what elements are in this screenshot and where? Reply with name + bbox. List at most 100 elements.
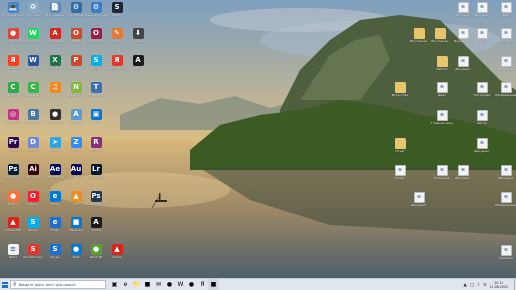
download-shortcut[interactable]: ⬇ Скачать: [128, 28, 148, 47]
word-taskbar-icon[interactable]: W: [175, 279, 186, 290]
clock[interactable]: 20:11 11.06.2020: [490, 281, 508, 289]
store-taskbar-icon[interactable]: ■: [142, 279, 153, 290]
paint-shortcut[interactable]: ✎ Paint: [107, 28, 127, 47]
steam-shortcut[interactable]: S Steam: [107, 2, 127, 21]
doc-file-8-shortcut[interactable]: ≡ Изображение: [495, 56, 516, 75]
doc-file-4-shortcut[interactable]: ≡ Документы: [453, 28, 473, 47]
chrome-shortcut[interactable]: ● Google Chrome: [2, 28, 24, 47]
opera-gx-shortcut[interactable]: O Opera GX: [86, 28, 106, 47]
search-input[interactable]: ⚲ Введите здесь текст для поиска: [10, 280, 106, 289]
folder-4-shortcut[interactable]: Искусство: [390, 82, 410, 101]
adobe2-shortcut[interactable]: A Adobe: [86, 217, 106, 236]
this-pc-shortcut[interactable]: 💻Этот компьютер: [2, 2, 24, 21]
file-shortcut[interactable]: ≡ Файл: [3, 244, 23, 263]
winrar-shortcut[interactable]: R WinRAR: [86, 137, 106, 156]
obs-shortcut[interactable]: ● OBS Studio: [45, 109, 65, 128]
control-panel-shortcut[interactable]: ⚙Панель управл.: [85, 2, 107, 21]
folder-2-shortcut[interactable]: Восстанов.: [430, 28, 450, 47]
photoshop-shortcut[interactable]: Ps Photoshop: [3, 164, 23, 183]
doc-file-11-shortcut[interactable]: ≡ Изображение: [495, 82, 516, 101]
word-shortcut[interactable]: W Word 2016: [23, 55, 43, 74]
adobe-reader-shortcut[interactable]: A Adobe Reader: [44, 28, 66, 47]
notepad-shortcut[interactable]: N Notepad++: [66, 82, 86, 101]
doc-file-1-shortcut[interactable]: ≡ Документ: [453, 2, 473, 21]
camtasia-shortcut[interactable]: C Камтасия: [3, 82, 23, 101]
yandex-taskbar-icon[interactable]: Я: [197, 279, 208, 290]
smart-shortcut[interactable]: S SmartScreen: [23, 244, 43, 263]
photos-shortcut[interactable]: ▣ Фото: [86, 109, 106, 128]
camtasia9-shortcut[interactable]: C Camtasia 9: [23, 82, 43, 101]
audition-shortcut[interactable]: Au Audition: [66, 164, 86, 183]
yandex-browser-shortcut[interactable]: ЯЯндекс Браузер: [106, 55, 128, 74]
excel-shortcut[interactable]: X Excel 2016: [45, 55, 65, 74]
yandex-shortcut[interactable]: Я Яндекс: [3, 55, 23, 74]
doc-file-17-shortcut[interactable]: ≡ Документ: [453, 165, 473, 184]
network-icon[interactable]: □: [470, 283, 474, 288]
edge-taskbar-icon[interactable]: e: [120, 279, 131, 290]
total-shortcut[interactable]: ● Total: [66, 244, 86, 263]
powerpoint-shortcut[interactable]: P PowerPoint: [66, 55, 86, 74]
doc-file-6-shortcut[interactable]: ≡ Диаграмма: [496, 28, 516, 47]
premiere-shortcut[interactable]: Pr Premiere: [3, 137, 23, 156]
doc-file-10-shortcut[interactable]: ≡ Настройки: [472, 82, 492, 101]
aimp-shortcut[interactable]: ♫ AIMP: [45, 82, 65, 101]
volume-icon[interactable]: ♪: [477, 283, 480, 288]
doc-file-5-shortcut[interactable]: ≡ Папка: [472, 28, 492, 47]
shortcut-label: Скачать: [131, 40, 145, 43]
doc-file-15-shortcut[interactable]: ≡ Отчёт: [390, 165, 410, 184]
explorer-taskbar-icon[interactable]: 📁: [131, 279, 142, 290]
screen-recorder-taskbar-icon[interactable]: ■: [208, 278, 219, 290]
doc-file-20-shortcut[interactable]: ≡ Изображение: [495, 192, 516, 211]
adobe-shortcut[interactable]: A Adobe: [128, 55, 148, 74]
telegram-shortcut[interactable]: ➤ Telegram: [45, 137, 65, 156]
adobe-pdf-shortcut[interactable]: ▲ Adobe PDF: [3, 217, 23, 236]
adobe3-shortcut[interactable]: ▲ Adobe: [107, 244, 127, 263]
task-view-icon[interactable]: ▣: [109, 279, 120, 290]
whatsapp-shortcut[interactable]: W WhatsApp: [23, 28, 43, 47]
zoom-shortcut[interactable]: Z Zoom: [66, 137, 86, 156]
documents-shortcut[interactable]: 📄 Документы: [45, 2, 65, 21]
vk-shortcut[interactable]: B ВКонтакте: [23, 109, 43, 128]
chrome-taskbar-icon[interactable]: ●: [164, 279, 175, 290]
recycle-bin-shortcut[interactable]: ♻ Корзина: [23, 2, 43, 21]
folder-5-shortcut[interactable]: Отчёт: [390, 138, 410, 157]
start-button[interactable]: [0, 279, 10, 290]
lightroom-shortcut[interactable]: Lr Lightroom: [86, 164, 106, 183]
whatsapp-taskbar-icon[interactable]: ●: [186, 279, 197, 290]
mail-taskbar-icon[interactable]: ✉: [153, 279, 164, 290]
edge-shortcut[interactable]: e Edge: [45, 191, 65, 210]
photoshop-cc-shortcut[interactable]: Ps Photoshop CC: [86, 191, 106, 210]
doc-file-9-shortcut[interactable]: ≡ Файл: [432, 82, 452, 101]
doc-file-13-shortcut[interactable]: ≡ Автор: [472, 110, 492, 129]
instagram-shortcut[interactable]: ◎ Instagram: [3, 109, 23, 128]
hp-shortcut[interactable]: ⚙ Hp Mobile: [66, 2, 86, 21]
show-hidden-icons-icon[interactable]: ▲: [463, 283, 466, 288]
discord-shortcut[interactable]: D Discord: [23, 137, 43, 156]
after-effects-shortcut[interactable]: Ae After Effects: [45, 164, 65, 183]
notifications-icon[interactable]: ≡: [483, 283, 487, 288]
folder-3-shortcut[interactable]: Работа: [432, 56, 452, 75]
fonts-shortcut[interactable]: A Шрифты: [66, 109, 86, 128]
office-shortcut[interactable]: O Office: [66, 28, 86, 47]
doc-file-14-shortcut[interactable]: ≡ Документ: [472, 138, 492, 157]
edge2-shortcut[interactable]: e Edge: [45, 217, 65, 236]
folder-1-shortcut[interactable]: Восстанов.: [409, 28, 429, 47]
doc-file-16-shortcut[interactable]: ≡ Планиров.: [432, 165, 452, 184]
skype2-shortcut[interactable]: S Skype: [23, 217, 43, 236]
doc-file-2-shortcut[interactable]: ≡ Документ: [472, 2, 492, 21]
skype-shortcut[interactable]: S Skype: [86, 55, 106, 74]
doc-file-19-shortcut[interactable]: ≡ Документ: [409, 192, 429, 211]
doc-file-7-shortcut[interactable]: ≡ Документ: [453, 56, 473, 75]
vlc-shortcut[interactable]: ▲ VLC: [66, 191, 86, 210]
firefox-shortcut[interactable]: ● Firefox: [3, 191, 23, 210]
illustrator-shortcut[interactable]: Ai Illustrator: [23, 164, 43, 183]
doc-file-18-shortcut[interactable]: ≡ Документ: [496, 165, 516, 184]
store-shortcut[interactable]: ■ Магазин: [66, 217, 86, 236]
doc-file-3-shortcut[interactable]: ≡ Файл: [496, 2, 516, 21]
paint3d-shortcut[interactable]: ● Paint 3D: [86, 244, 106, 263]
skype3-shortcut[interactable]: S Skype: [45, 244, 65, 263]
opera-shortcut[interactable]: O Opera: [23, 191, 43, 210]
recycle-bin-right-shortcut[interactable]: ≡ Корзина: [496, 245, 516, 264]
doc-file-12-shortcut[interactable]: ≡Главный документ: [431, 110, 453, 129]
total-commander-shortcut[interactable]: T Total Cmd: [86, 82, 106, 101]
